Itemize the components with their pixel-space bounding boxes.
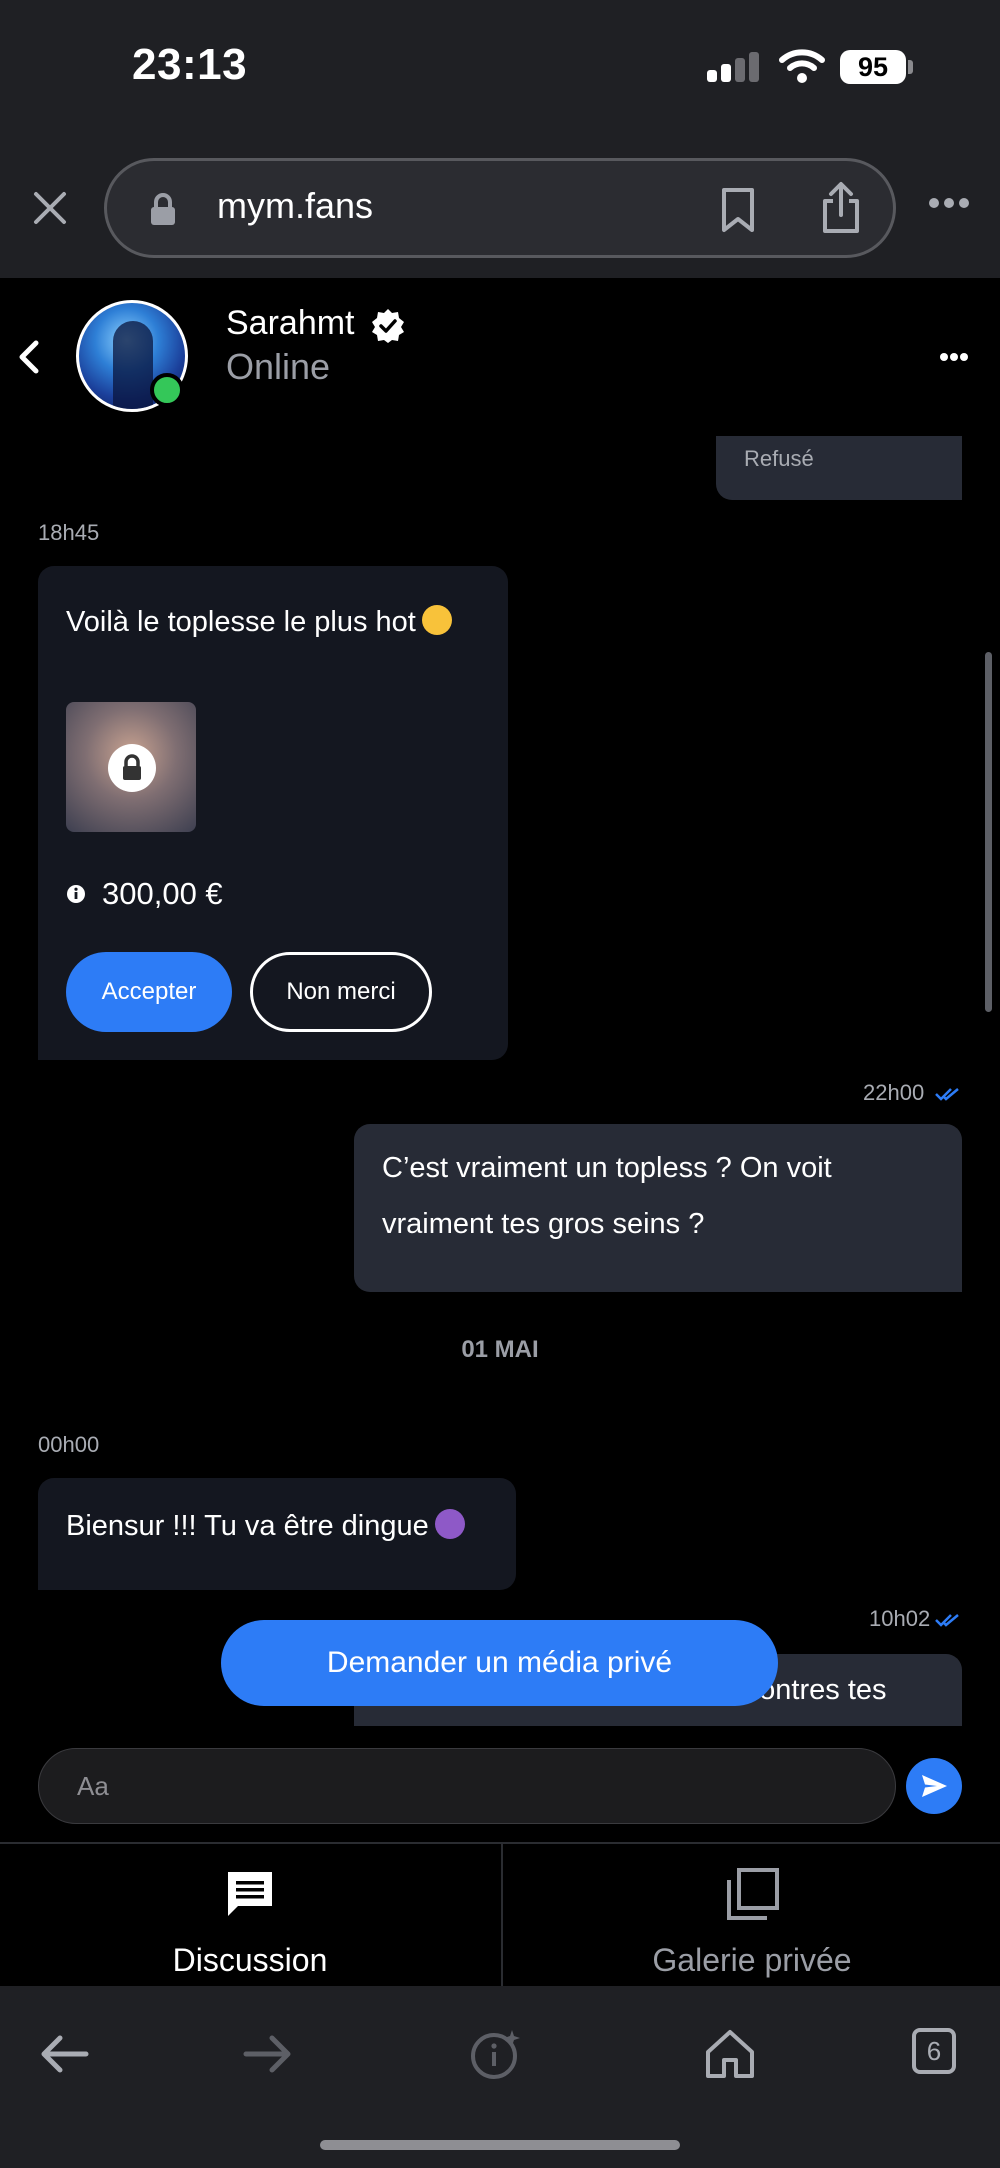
message-timestamp: 00h00 [38, 1432, 100, 1457]
emoji-yum-icon [421, 605, 452, 635]
page-info-icon[interactable] [468, 2026, 524, 2082]
chat-icon [228, 1872, 272, 1916]
bookmark-icon[interactable] [719, 187, 757, 233]
emoji-devil-icon [434, 1509, 465, 1539]
info-icon [67, 885, 85, 903]
home-icon[interactable] [702, 2026, 758, 2082]
chat-header: Sarahmt Online [0, 278, 1000, 436]
offer-text: Voilà le toplesse le plus hot [66, 594, 452, 650]
status-bar: 23:13 95 [0, 0, 1000, 130]
locked-media-thumbnail[interactable] [66, 702, 196, 832]
browser-toolbar: 6 [0, 1986, 1000, 2168]
tabs-overview-button[interactable]: 6 [910, 2026, 966, 2082]
read-receipt-icon [935, 1088, 959, 1101]
tab-label: Galerie privée [652, 1942, 852, 1978]
message-composer [0, 1726, 1000, 1842]
verified-badge-icon [372, 309, 404, 343]
browser-address-bar: mym.fans [0, 130, 1000, 278]
offer-price: 300,00 € [102, 876, 223, 911]
refused-label: Refusé [744, 446, 814, 471]
message-bubble-refused: Refusé [716, 436, 962, 500]
battery-indicator: 95 [840, 50, 906, 84]
cellular-signal-icon [707, 52, 761, 82]
back-chevron-icon[interactable] [16, 338, 42, 376]
message-text: Biensur !!! Tu va être dingue [66, 1506, 465, 1546]
request-private-media-button[interactable]: Demander un média privé [221, 1620, 778, 1706]
more-options-icon[interactable] [928, 196, 970, 210]
contact-status: Online [226, 346, 331, 387]
send-button[interactable] [906, 1758, 962, 1814]
avatar-figure [113, 321, 153, 409]
wifi-icon [779, 49, 825, 83]
url-text: mym.fans [217, 185, 374, 226]
paid-media-offer: Voilà le toplesse le plus hot 300,00 € A… [38, 566, 508, 1060]
reply-text-content: Biensur !!! Tu va être dingue [66, 1510, 429, 1542]
share-icon[interactable] [819, 181, 863, 235]
message-timestamp: 22h00 [863, 1080, 925, 1105]
lock-badge-icon [108, 744, 156, 792]
contact-name[interactable]: Sarahmt [226, 304, 355, 343]
lock-icon [151, 193, 175, 225]
home-indicator[interactable] [320, 2140, 680, 2150]
read-receipt-icon [935, 1614, 959, 1627]
decline-button[interactable]: Non merci [250, 952, 432, 1032]
offer-text-content: Voilà le toplesse le plus hot [66, 606, 416, 638]
date-separator: 01 MAI [461, 1336, 539, 1363]
url-field[interactable]: mym.fans [104, 158, 896, 258]
tab-private-gallery[interactable]: Galerie privée [501, 1844, 1000, 1988]
online-indicator [150, 373, 184, 407]
message-bubble-incoming: Biensur !!! Tu va être dingue [38, 1478, 516, 1590]
message-timestamp: 10h02 [869, 1606, 931, 1631]
forward-arrow-icon[interactable] [240, 2026, 296, 2082]
back-arrow-icon[interactable] [36, 2026, 92, 2082]
tabs-count: 6 [912, 2028, 956, 2074]
status-time: 23:13 [132, 40, 248, 89]
chat-menu-icon[interactable] [940, 352, 968, 362]
message-input[interactable] [38, 1748, 896, 1824]
message-timestamp: 18h45 [38, 520, 100, 545]
app-tab-bar: Discussion Galerie privée [0, 1842, 1000, 1988]
message-list[interactable]: Refusé 18h45 Voilà le toplesse le plus h… [0, 436, 1000, 1726]
message-bubble-outgoing: C’est vraiment un topless ? On voit vrai… [354, 1124, 962, 1292]
tab-label: Discussion [172, 1942, 328, 1978]
scrollbar[interactable] [985, 652, 992, 1012]
close-tab-icon[interactable] [30, 188, 70, 228]
send-icon [922, 1775, 947, 1797]
gallery-icon [727, 1868, 779, 1920]
battery-cap [908, 60, 913, 74]
accept-button[interactable]: Accepter [66, 952, 232, 1032]
tab-discussion[interactable]: Discussion [0, 1844, 500, 1988]
message-text: C’est vraiment un topless ? On voit vrai… [382, 1152, 832, 1240]
